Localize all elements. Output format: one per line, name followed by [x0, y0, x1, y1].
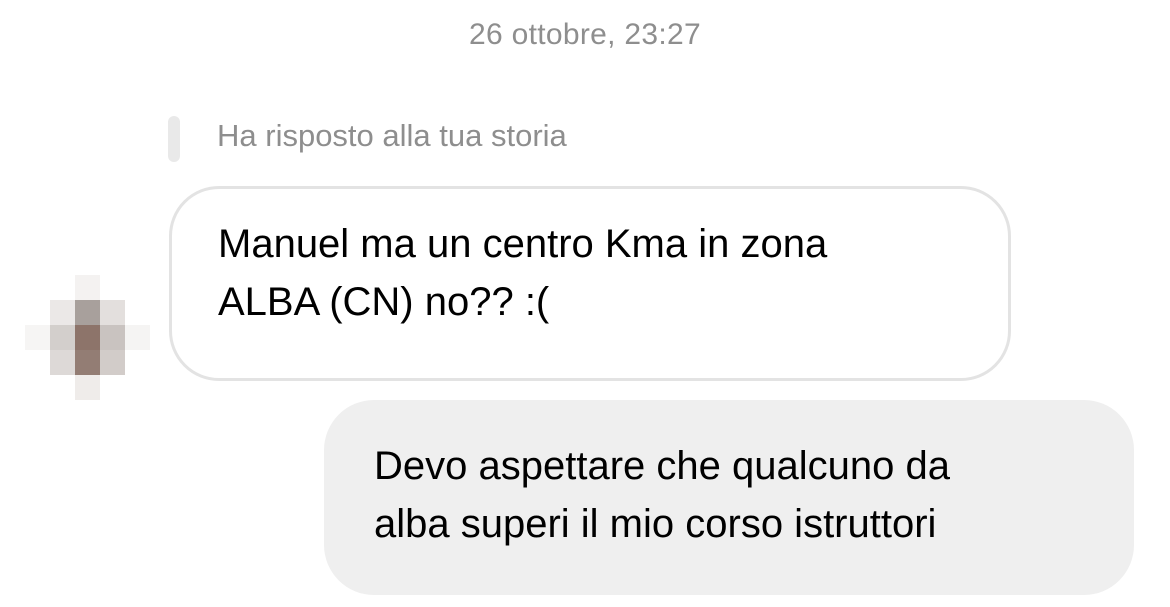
received-message-bubble[interactable]: Manuel ma un centro Kma in zona ALBA (CN… [169, 186, 1011, 381]
sent-message-bubble[interactable]: Devo aspettare che qualcuno da alba supe… [324, 400, 1134, 595]
message-timestamp: 26 ottobre, 23:27 [469, 18, 701, 51]
story-reply-indicator-bar [168, 116, 180, 162]
story-reply-label: Ha risposto alla tua storia [217, 118, 567, 153]
avatar[interactable] [25, 275, 150, 400]
